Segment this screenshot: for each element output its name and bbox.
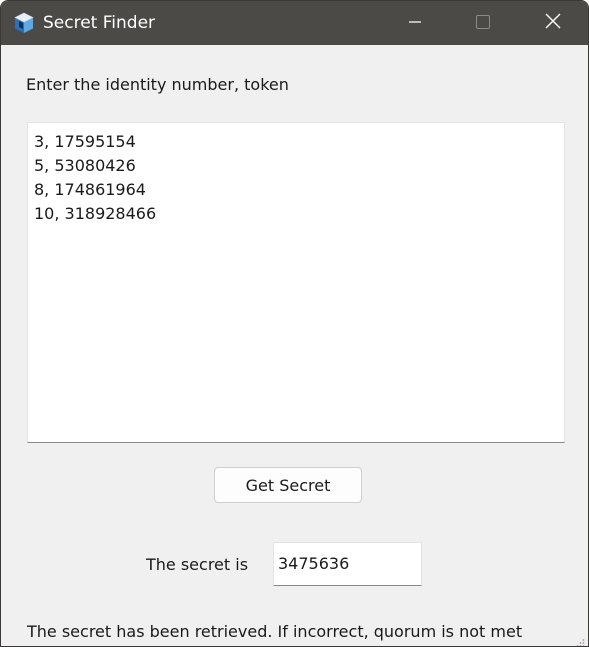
close-icon xyxy=(545,13,561,33)
secret-label: The secret is xyxy=(146,555,249,574)
title-bar[interactable]: Secret Finder xyxy=(1,1,588,45)
input-line: 3, 17595154 xyxy=(34,132,136,151)
maximize-button xyxy=(455,1,511,45)
minimize-icon xyxy=(408,14,422,33)
identity-token-textarea[interactable]: 3, 17595154 5, 53080426 8, 174861964 10,… xyxy=(27,122,565,443)
resize-grip-icon[interactable] xyxy=(575,633,585,646)
minimize-button[interactable] xyxy=(387,1,443,45)
secret-output-field[interactable]: 3475636 xyxy=(273,542,422,586)
status-message: The secret has been retrieved. If incorr… xyxy=(27,622,523,641)
cube-app-icon xyxy=(13,12,35,34)
get-secret-button[interactable]: Get Secret xyxy=(214,467,362,503)
close-button[interactable] xyxy=(525,1,581,45)
input-line: 10, 318928466 xyxy=(34,204,157,223)
prompt-label: Enter the identity number, token xyxy=(26,75,289,94)
maximize-icon xyxy=(476,14,490,33)
app-window: Secret Finder Enter the identity number,… xyxy=(0,0,589,647)
input-line: 8, 174861964 xyxy=(34,180,146,199)
window-title: Secret Finder xyxy=(43,13,156,33)
input-line: 5, 53080426 xyxy=(34,156,136,175)
